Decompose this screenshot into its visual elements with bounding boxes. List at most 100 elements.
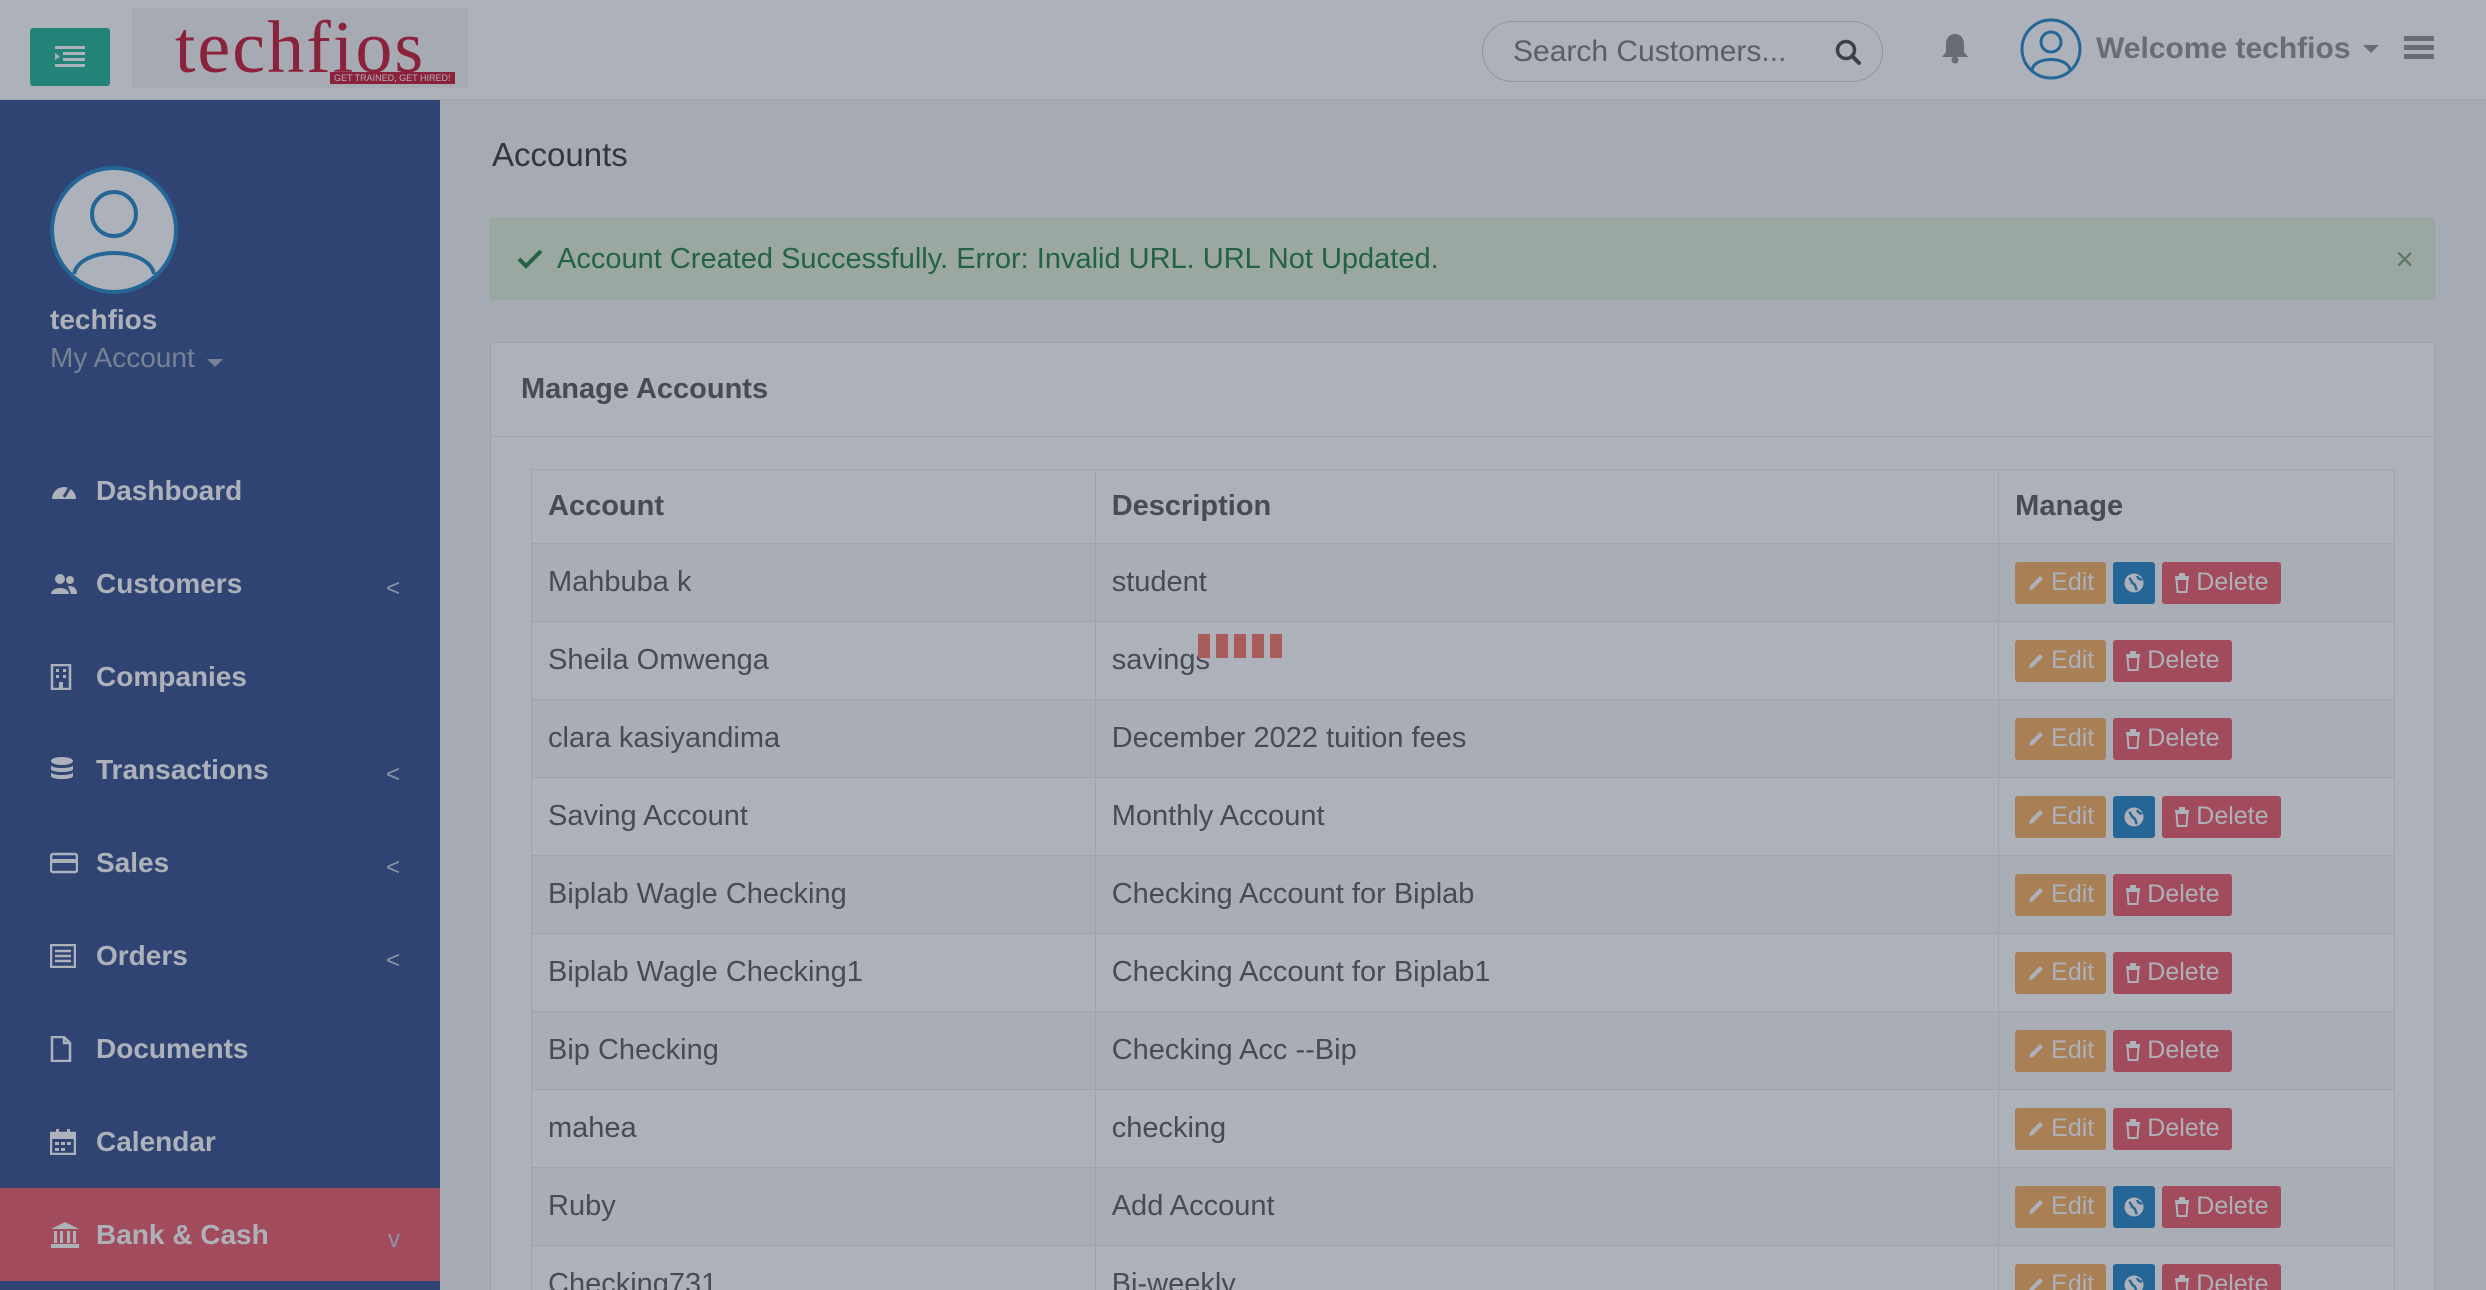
pencil-icon xyxy=(2029,1277,2044,1290)
right-sidebar-toggle-icon[interactable] xyxy=(2404,36,2434,60)
view-online-button[interactable] xyxy=(2113,1263,2156,1290)
sidebar-toggle-button[interactable] xyxy=(30,28,110,86)
search-input[interactable] xyxy=(1513,34,1852,69)
user-menu[interactable]: Welcome techfios xyxy=(2020,16,2379,82)
cell-account[interactable]: Bip Checking xyxy=(531,1011,1096,1090)
search-icon[interactable] xyxy=(1834,38,1862,66)
table-row: Saving Account Monthly Account Edit Delete xyxy=(531,777,2395,856)
top-navbar: techfios GET TRAINED, GET HIRED! Welcome… xyxy=(0,0,2486,100)
trash-icon xyxy=(2126,650,2141,671)
view-online-button[interactable] xyxy=(2113,795,2156,838)
pencil-icon xyxy=(2029,1199,2044,1214)
pencil-icon xyxy=(2029,887,2044,902)
cell-account[interactable]: Mahbuba k xyxy=(531,543,1096,622)
cell-account[interactable]: Checking731 xyxy=(531,1245,1096,1290)
delete-label: Delete xyxy=(2196,1192,2269,1220)
delete-button[interactable]: Delete xyxy=(2162,1185,2281,1228)
sidebar-item-orders[interactable]: Orders < xyxy=(0,909,440,1002)
sidebar-item-label: Orders xyxy=(96,939,188,971)
profile-avatar-icon xyxy=(50,166,178,294)
file-icon xyxy=(50,1035,72,1062)
spinner-bar xyxy=(1270,634,1282,658)
cell-account[interactable]: clara kasiyandima xyxy=(531,699,1096,778)
pencil-icon xyxy=(2029,731,2044,746)
table-row: Bip Checking Checking Acc --Bip Edit Delete xyxy=(531,1011,2395,1090)
cell-manage: Edit Delete xyxy=(1998,543,2395,622)
sidebar-item-sales[interactable]: Sales < xyxy=(0,816,440,909)
view-online-button[interactable] xyxy=(2113,1185,2156,1228)
bank-icon xyxy=(51,1221,79,1248)
cell-account[interactable]: Sheila Omwenga xyxy=(531,621,1096,700)
cell-description: Checking Account for Biplab1 xyxy=(1094,933,2000,1012)
menu-icon xyxy=(55,46,85,67)
cell-account[interactable]: Biplab Wagle Checking xyxy=(531,855,1096,934)
cell-account[interactable]: Biplab Wagle Checking1 xyxy=(531,933,1096,1012)
techfios-logo[interactable]: techfios GET TRAINED, GET HIRED! xyxy=(132,8,468,88)
delete-button[interactable]: Delete xyxy=(2113,1107,2232,1150)
my-account-dropdown[interactable]: My Account xyxy=(50,342,223,374)
list-icon xyxy=(50,943,76,968)
sidebar-item-dashboard[interactable]: Dashboard xyxy=(0,444,440,537)
sidebar-item-label: Documents xyxy=(96,1032,249,1064)
delete-label: Delete xyxy=(2196,568,2269,596)
column-header-description[interactable]: Description xyxy=(1094,469,2000,544)
cell-description: Add Account xyxy=(1094,1167,2000,1246)
cell-account[interactable]: Ruby xyxy=(531,1167,1096,1246)
edit-button[interactable]: Edit xyxy=(2015,795,2107,838)
edit-button[interactable]: Edit xyxy=(2015,1029,2107,1072)
trash-icon xyxy=(2126,1118,2141,1139)
view-online-button[interactable] xyxy=(2113,561,2156,604)
table-row: Checking731 Bi-weekly Edit Delete xyxy=(531,1245,2395,1290)
edit-button[interactable]: Edit xyxy=(2015,1185,2107,1228)
sidebar-item-label: Calendar xyxy=(96,1125,216,1157)
delete-button[interactable]: Delete xyxy=(2113,951,2232,994)
edit-button[interactable]: Edit xyxy=(2015,951,2107,994)
chevron-down-icon xyxy=(206,359,223,367)
delete-button[interactable]: Delete xyxy=(2162,561,2281,604)
delete-label: Delete xyxy=(2196,1270,2269,1290)
delete-button[interactable]: Delete xyxy=(2113,717,2232,760)
delete-button[interactable]: Delete xyxy=(2113,873,2232,916)
column-header-account[interactable]: Account xyxy=(531,469,1096,544)
pencil-icon xyxy=(2029,1121,2044,1136)
delete-button[interactable]: Delete xyxy=(2113,1029,2232,1072)
column-header-manage: Manage xyxy=(1998,469,2395,544)
cell-manage: Edit Delete xyxy=(1998,621,2395,700)
cell-account[interactable]: Saving Account xyxy=(531,777,1096,856)
edit-button[interactable]: Edit xyxy=(2015,639,2107,682)
database-icon xyxy=(51,756,73,779)
sidebar-item-bank-cash[interactable]: Bank & Cash v xyxy=(0,1188,440,1281)
sidebar-item-label: Bank & Cash xyxy=(96,1218,269,1250)
chevron-left-icon: < xyxy=(385,947,400,974)
pencil-icon xyxy=(2029,575,2044,590)
notification-bell-icon[interactable] xyxy=(1940,32,1970,64)
edit-label: Edit xyxy=(2051,1192,2095,1220)
delete-button[interactable]: Delete xyxy=(2162,795,2281,838)
cell-account[interactable]: mahea xyxy=(531,1089,1096,1168)
edit-button[interactable]: Edit xyxy=(2015,561,2107,604)
edit-button[interactable]: Edit xyxy=(2015,1107,2107,1150)
globe-icon xyxy=(2124,807,2144,826)
sidebar-item-documents[interactable]: Documents xyxy=(0,1002,440,1095)
page-title: Accounts xyxy=(492,136,628,173)
delete-label: Delete xyxy=(2196,802,2269,830)
cell-manage: Edit Delete xyxy=(1998,777,2395,856)
cell-description: student xyxy=(1094,543,2000,622)
edit-button[interactable]: Edit xyxy=(2015,717,2107,760)
delete-button[interactable]: Delete xyxy=(2162,1263,2281,1290)
sidebar-item-label: Customers xyxy=(96,567,243,599)
sidebar-item-calendar[interactable]: Calendar xyxy=(0,1095,440,1188)
sidebar-item-customers[interactable]: Customers < xyxy=(0,537,440,630)
alert-close-button[interactable]: × xyxy=(2395,241,2414,278)
table-row: Biplab Wagle Checking1 Checking Account f… xyxy=(531,933,2395,1012)
cell-manage: Edit Delete xyxy=(1998,1089,2395,1168)
edit-button[interactable]: Edit xyxy=(2015,1263,2107,1290)
sidebar-item-transactions[interactable]: Transactions < xyxy=(0,723,440,816)
dashboard-icon xyxy=(52,485,76,499)
delete-label: Delete xyxy=(2147,724,2220,752)
edit-label: Edit xyxy=(2051,724,2095,752)
sidebar-item-companies[interactable]: Companies xyxy=(0,630,440,723)
pencil-icon xyxy=(2029,965,2044,980)
edit-button[interactable]: Edit xyxy=(2015,873,2107,916)
delete-button[interactable]: Delete xyxy=(2113,639,2232,682)
